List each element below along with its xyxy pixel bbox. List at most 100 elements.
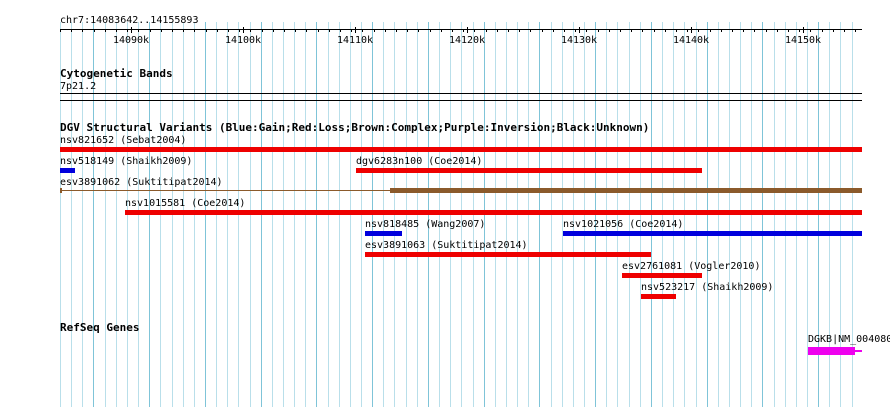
ruler-minor-tick <box>564 29 565 32</box>
ruler-minor-tick <box>385 29 386 32</box>
variant-label[interactable]: nsv1015581 (Coe2014) <box>125 198 245 210</box>
ruler-minor-tick <box>810 29 811 32</box>
ruler-minor-tick <box>340 29 341 32</box>
ruler-minor-tick <box>318 29 319 32</box>
variant-label[interactable]: esv2761081 (Vogler2010) <box>622 261 760 273</box>
ruler-minor-tick <box>855 29 856 32</box>
ruler-tick-label: 14100k <box>224 35 262 46</box>
ruler-minor-tick <box>833 29 834 32</box>
ruler-tick-label: 14120k <box>448 35 486 46</box>
ruler-major-tick <box>467 27 468 33</box>
ruler-minor-tick <box>306 29 307 32</box>
ruler-minor-tick <box>127 29 128 32</box>
ruler-minor-tick <box>519 29 520 32</box>
ruler-minor-tick <box>116 29 117 32</box>
ruler-minor-tick <box>530 29 531 32</box>
ruler-minor-tick <box>598 29 599 32</box>
cytoband-top-line <box>60 93 862 94</box>
gene-label[interactable]: DGKB|NM_004080 <box>808 334 890 346</box>
variant-bar-loss[interactable] <box>641 294 676 299</box>
ruler-minor-tick <box>777 29 778 32</box>
ruler-minor-tick <box>710 29 711 32</box>
refseq-track-title: RefSeq Genes <box>60 321 140 334</box>
ruler-minor-tick <box>351 29 352 32</box>
variant-label[interactable]: dgv6283n100 (Coe2014) <box>356 156 482 168</box>
dgv-track-title: DGV Structural Variants (Blue:Gain;Red:L… <box>60 121 650 134</box>
variant-bar-gain[interactable] <box>60 168 75 173</box>
variant-bar-gain[interactable] <box>563 231 862 236</box>
ruler-minor-tick <box>586 29 587 32</box>
ruler-minor-tick <box>374 29 375 32</box>
ruler-minor-tick <box>654 29 655 32</box>
ruler-minor-tick <box>250 29 251 32</box>
ruler-minor-tick <box>609 29 610 32</box>
ruler-minor-tick <box>631 29 632 32</box>
ruler-minor-tick <box>418 29 419 32</box>
ruler-axis <box>60 29 862 30</box>
ruler-minor-tick <box>295 29 296 32</box>
ruler-minor-tick <box>161 29 162 32</box>
ruler-minor-tick <box>463 29 464 32</box>
ruler-minor-tick <box>94 29 95 32</box>
variant-label[interactable]: nsv523217 (Shaikh2009) <box>641 282 773 294</box>
ruler-tick-label: 14150k <box>784 35 822 46</box>
ruler-minor-tick <box>362 29 363 32</box>
variant-label[interactable]: nsv518149 (Shaikh2009) <box>60 156 192 168</box>
ruler-major-tick <box>803 27 804 33</box>
ruler-minor-tick <box>452 29 453 32</box>
ruler-minor-tick <box>262 29 263 32</box>
gene-bar[interactable] <box>808 347 855 355</box>
ruler-tick-label: 14140k <box>672 35 710 46</box>
variant-bar-loss[interactable] <box>125 210 862 215</box>
cytoband-label: 7p21.2 <box>60 81 97 92</box>
ruler-minor-tick <box>105 29 106 32</box>
ruler-minor-tick <box>497 29 498 32</box>
variant-label[interactable]: esv3891063 (Suktitipat2014) <box>365 240 528 252</box>
ruler-major-tick <box>243 27 244 33</box>
ruler-major-tick <box>131 27 132 33</box>
variant-bar-start[interactable] <box>60 188 62 193</box>
ruler-minor-tick <box>329 29 330 32</box>
variant-bar-complex[interactable] <box>390 188 862 193</box>
ruler-minor-tick <box>844 29 845 32</box>
ruler-minor-tick <box>665 29 666 32</box>
ruler-minor-tick <box>284 29 285 32</box>
cytoband-track-title: Cytogenetic Bands <box>60 67 173 80</box>
gene-intron-line <box>855 350 862 352</box>
ruler-minor-tick <box>474 29 475 32</box>
ruler-minor-tick <box>542 29 543 32</box>
ruler-major-tick <box>691 27 692 33</box>
variant-label[interactable]: nsv818485 (Wang2007) <box>365 219 485 231</box>
variant-bar-loss[interactable] <box>356 168 702 173</box>
variant-bar-gain[interactable] <box>365 231 402 236</box>
ruler-minor-tick <box>508 29 509 32</box>
ruler-minor-tick <box>194 29 195 32</box>
variant-bar-loss[interactable] <box>60 147 862 152</box>
ruler-minor-tick <box>430 29 431 32</box>
ruler-minor-tick <box>620 29 621 32</box>
ruler-major-tick <box>355 27 356 33</box>
variant-label[interactable]: nsv821652 (Sebat2004) <box>60 135 186 147</box>
variant-connector-line <box>60 190 390 191</box>
ruler-major-tick <box>579 27 580 33</box>
ruler-minor-tick <box>407 29 408 32</box>
variant-label[interactable]: esv3891062 (Suktitipat2014) <box>60 177 223 189</box>
ruler-minor-tick <box>396 29 397 32</box>
ruler-minor-tick <box>732 29 733 32</box>
ruler-tick-label: 14090k <box>112 35 150 46</box>
ruler-minor-tick <box>172 29 173 32</box>
ruler-tick-label: 14130k <box>560 35 598 46</box>
ruler-minor-tick <box>150 29 151 32</box>
ruler-minor-tick <box>183 29 184 32</box>
ruler-minor-tick <box>206 29 207 32</box>
variant-label[interactable]: nsv1021056 (Coe2014) <box>563 219 683 231</box>
variant-bar-loss[interactable] <box>365 252 651 257</box>
ruler-minor-tick <box>486 29 487 32</box>
ruler-minor-tick <box>698 29 699 32</box>
ruler-minor-tick <box>553 29 554 32</box>
ruler-minor-tick <box>138 29 139 32</box>
variant-bar-loss[interactable] <box>622 273 702 278</box>
location-label: chr7:14083642..14155893 <box>60 15 199 26</box>
ruler-minor-tick <box>788 29 789 32</box>
ruler-minor-tick <box>60 29 61 32</box>
